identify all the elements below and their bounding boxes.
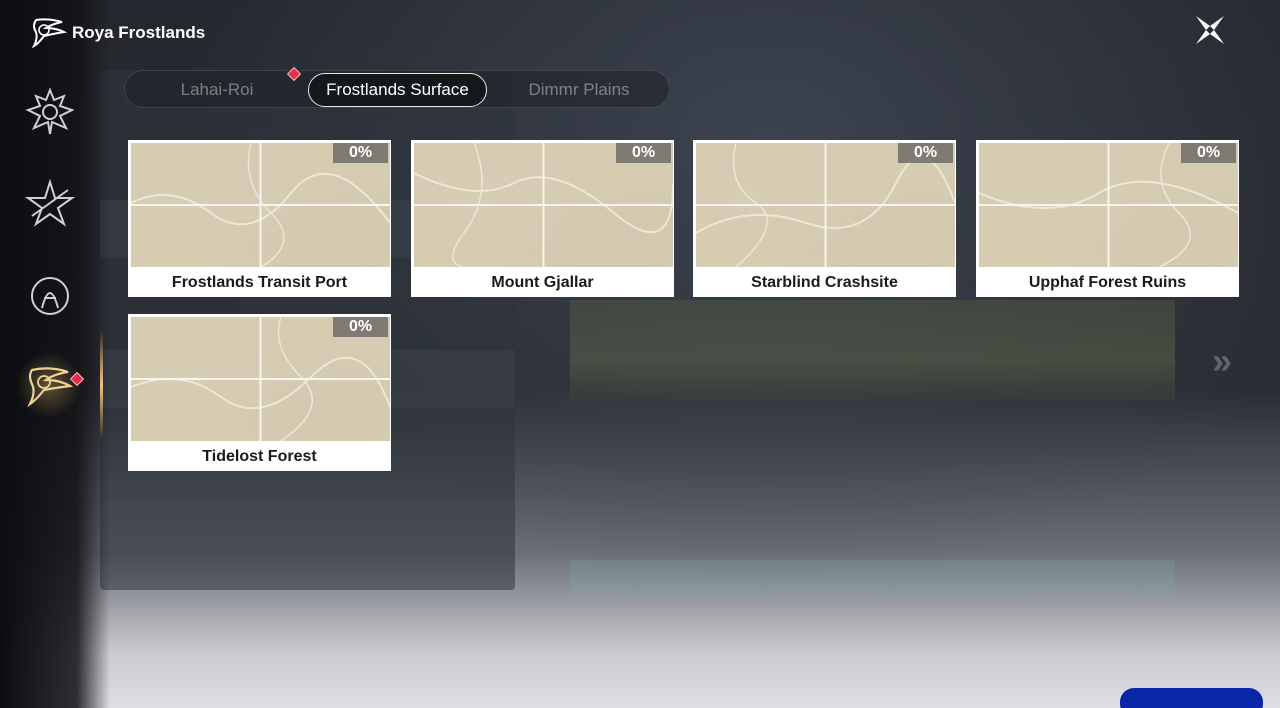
background-row	[100, 500, 515, 558]
dragon-emblem-icon	[25, 87, 75, 135]
sidebar-item-dragon[interactable]	[22, 84, 78, 140]
close-icon	[1196, 16, 1224, 44]
page-title: Roya Frostlands	[72, 23, 206, 42]
area-card-mount-gjallar[interactable]: 0% Mount Gjallar	[411, 140, 674, 297]
subregion-tabs: Lahai-Roi Frostlands Surface Dimmr Plain…	[124, 70, 670, 108]
alert-badge-icon	[69, 371, 85, 387]
tab-lahai-roi[interactable]: Lahai-Roi	[127, 71, 307, 109]
bottom-action-bar[interactable]	[1120, 688, 1263, 708]
background-button	[570, 560, 1175, 594]
tab-frostlands-surface[interactable]: Frostlands Surface	[308, 73, 487, 107]
background-image	[570, 300, 1175, 400]
sidebar-item-crest[interactable]	[22, 268, 78, 324]
roya-frostlands-emblem-icon	[27, 367, 74, 408]
area-name: Mount Gjallar	[412, 268, 673, 297]
progress-badge: 0%	[333, 143, 388, 163]
area-name: Upphaf Forest Ruins	[977, 268, 1238, 297]
area-card-tidelost-forest[interactable]: 0% Tidelost Forest	[128, 314, 391, 471]
region-logo-icon	[30, 16, 68, 50]
close-button[interactable]	[1192, 12, 1228, 48]
area-card-upphaf-forest-ruins[interactable]: 0% Upphaf Forest Ruins	[976, 140, 1239, 297]
area-card-starblind-crashsite[interactable]: 0% Starblind Crashsite	[693, 140, 956, 297]
area-card-frostlands-transit-port[interactable]: 0% Frostlands Transit Port	[128, 140, 391, 297]
star-emblem-icon	[24, 178, 76, 227]
tab-dimmr-plains[interactable]: Dimmr Plains	[489, 71, 669, 109]
sidebar-item-star[interactable]	[22, 176, 78, 232]
progress-badge: 0%	[1181, 143, 1236, 163]
sidebar-item-roya-frostlands[interactable]	[16, 352, 85, 418]
area-name: Frostlands Transit Port	[129, 268, 390, 297]
progress-badge: 0%	[616, 143, 671, 163]
crest-emblem-icon	[31, 277, 69, 315]
active-indicator	[100, 330, 103, 440]
area-name: Tidelost Forest	[129, 442, 390, 471]
area-name: Starblind Crashsite	[694, 268, 955, 297]
next-arrows-icon: »	[1212, 340, 1232, 381]
progress-badge: 0%	[898, 143, 953, 163]
progress-badge: 0%	[333, 317, 388, 337]
